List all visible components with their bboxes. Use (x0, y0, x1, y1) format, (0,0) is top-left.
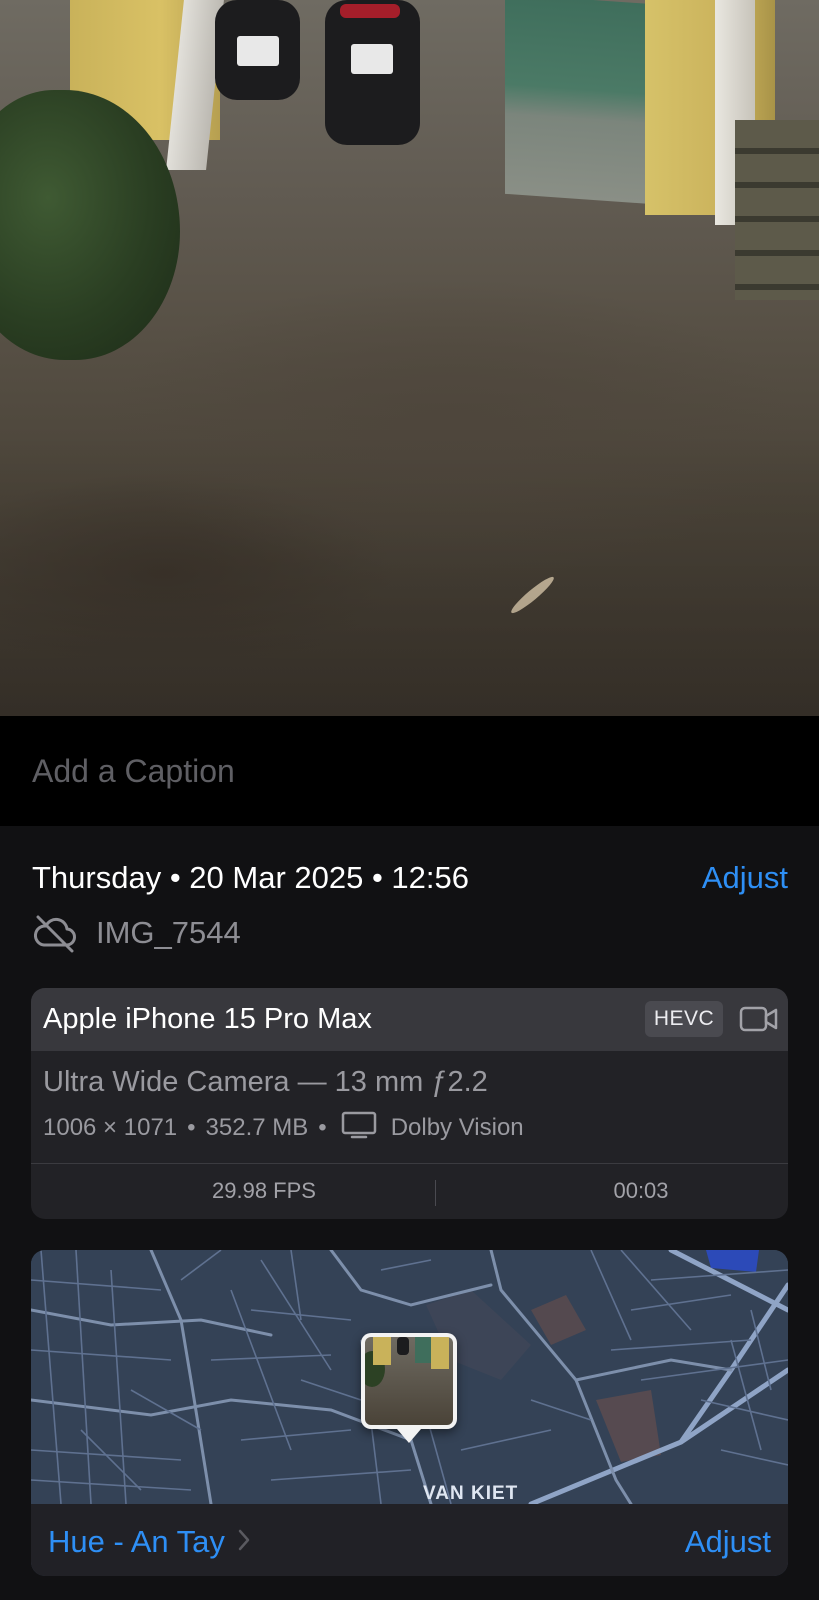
filename: IMG_7544 (96, 915, 241, 950)
caption-bar (0, 716, 819, 826)
divider (435, 1180, 436, 1206)
device-name: Apple iPhone 15 Pro Max (43, 1003, 372, 1035)
video-duration: 00:03 (613, 1178, 669, 1203)
lens-info: Ultra Wide Camera — 13 mm ƒ2.2 (43, 1066, 488, 1098)
frame-rate: 29.98 FPS (212, 1178, 316, 1203)
video-camera-icon (739, 1006, 779, 1037)
codec-badge: HEVC (645, 1001, 723, 1037)
camera-info-card: Apple iPhone 15 Pro Max HEVC Ultra Wide … (31, 988, 788, 1219)
location-name: Hue - An Tay (48, 1524, 225, 1559)
divider (31, 1163, 788, 1164)
map-photo-pin[interactable] (361, 1333, 457, 1443)
hdr-format: Dolby Vision (390, 1114, 524, 1141)
map-road-label: VAN KIET (423, 1483, 519, 1504)
chevron-right-icon (237, 1524, 251, 1560)
location-link[interactable]: Hue - An Tay (48, 1524, 251, 1560)
adjust-date-button[interactable]: Adjust (702, 860, 788, 896)
resolution: 1006 × 1071 (43, 1114, 178, 1141)
location-map-card[interactable]: VAN KIET Hue - An Tay Adjust (31, 1250, 788, 1576)
media-specs: 1006 × 1071 • 352.7 MB • Dolby Vision (43, 1111, 524, 1146)
pin-thumbnail (365, 1337, 453, 1425)
filename-row: IMG_7544 (32, 913, 241, 953)
capture-datetime: Thursday • 20 Mar 2025 • 12:56 (32, 860, 470, 895)
file-size: 352.7 MB (205, 1114, 309, 1141)
display-icon (337, 1111, 391, 1146)
map-footer: Hue - An Tay Adjust (31, 1504, 788, 1576)
caption-input[interactable] (32, 746, 772, 796)
adjust-location-button[interactable]: Adjust (685, 1524, 771, 1560)
icloud-off-icon (32, 913, 78, 953)
camera-info-header: Apple iPhone 15 Pro Max HEVC (31, 988, 788, 1051)
photo-view[interactable] (0, 0, 819, 716)
